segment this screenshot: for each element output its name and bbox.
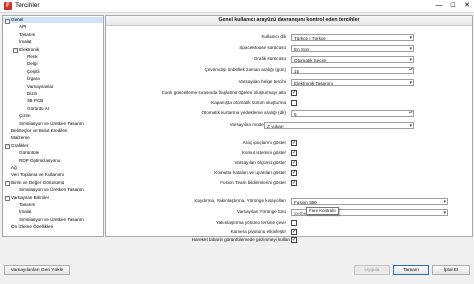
graphics-label: Grafik sürücüsü [253,56,286,61]
apply-button[interactable]: Uygula [354,265,390,275]
tree-item-label: Simülasyon ve Üretken Tasarım [19,216,84,222]
tree-item-label: Renk [27,54,38,59]
maximize-button[interactable]: ☐ [446,0,460,12]
tree-item-label: Genel [11,17,24,22]
cmd-dialog-checkbox[interactable]: ✓ [291,160,297,166]
tooltips-label: Araç ipuçlarını göster [242,140,286,145]
title-bar: F Tercihler — ☐ ✕ [0,0,474,13]
pan-zoom-dropdown[interactable]: Fusion 360 [291,198,448,205]
tree-item-label: Tasarım [19,202,36,207]
skip-build-label: Canlı güncelleme sırasında başlatma öğel… [161,90,286,95]
close-version-checkbox[interactable] [291,100,297,106]
tree-item-label: Birim ve Değer Görünümü [11,179,65,185]
tree-item-label: API [19,24,27,30]
tree-item-label: RDP Optimizasyonu [19,157,61,163]
tree-item-label: 3B PCB [27,98,44,104]
tree-item-label: Görüntüle [19,150,40,156]
cache-label: Çevrimdışı önbellek zaman aralığı (gün) [204,67,286,72]
cmd-errors-label: Komutta hataları ve uyarıları göster [214,170,286,175]
spacemouse-dropdown[interactable]: En Son [291,45,414,52]
skip-build-checkbox[interactable]: ✓ [291,90,297,96]
tree-item-label: Çizim [19,113,31,119]
tree-item-label: Delgi [27,61,38,67]
orbit-type-label: Varsayılan Yörünge türü [236,209,286,214]
doctype-label: Varsayılan belge tercihi [238,79,286,84]
preferences-window: F Tercihler — ☐ ✕ − Genel API Tasarım İmalat… [0,0,474,284]
mouse-control-tooltip: Fare Kontrolü [306,207,339,215]
tree-item-label: Simülasyon ve Üretken Tasarım [19,187,84,193]
tree-item-label: Malzeme [11,135,30,141]
camera-pivot-checkbox[interactable]: ✓ [291,229,297,235]
pan-zoom-label: Kaydırma, Yakınlaştırma, Yörünge kısayol… [194,198,286,203]
general-panel: Genel kullanıcı arayüzü davranışını kont… [105,15,473,237]
language-dropdown[interactable]: Türkçe | Türkçe [291,34,414,41]
language-label: Kullanıcı dili [261,34,286,39]
doctype-dropdown[interactable]: Elektronik Tasarımı [291,79,414,86]
autosave-stepper[interactable]: 5 [291,110,414,117]
team-notify-checkbox[interactable]: ✓ [291,180,297,186]
autosave-label: Otomatik kurtarma yedekleme aralığı (dk) [201,110,286,115]
tree-item-label: Simülasyon ve Üretken Tasarım [19,120,84,126]
camera-pivot-label: Kamera pivotunu etkinleştir [230,229,286,234]
tree-item-label: İzgara [27,76,40,82]
tree-expander-icon[interactable]: − [5,196,10,202]
tree-item-label: İmalat [19,209,32,215]
tree-item-label: Elektronik [19,46,40,52]
tree-item-label: Grafikler [11,142,29,148]
tree-item[interactable]: − Genel [3,17,103,24]
tree-expander-icon[interactable]: − [5,144,10,150]
tree-item-label: Varsayılanlar [27,83,54,89]
tree-item-label: Dizin [27,91,38,96]
gesture-zoom-checkbox[interactable]: ✓ [291,237,297,243]
reverse-zoom-label: Yakınlaştırma yönünü tersine çevir [215,220,286,225]
preferences-tree[interactable]: − Genel API Tasarım İmalat − Elektronik Renk Del… [2,15,104,237]
tree-expander-icon[interactable]: − [13,48,18,54]
cache-days-stepper[interactable]: 15 [291,67,414,74]
gesture-zoom-label: Hareket tabanlı görüntülemede gezinmeyi … [191,237,290,242]
tree-item-label: Çeşitli [27,68,40,74]
cmd-dialog-label: Varsayılan ölçümü göster [234,160,287,165]
tree-item-label: Veri Toplama ve Kullanımı [11,172,65,178]
tree-item-label: Varsayılan Birimler [11,194,50,200]
cancel-button[interactable]: İptal Et [432,265,470,275]
tree-item-label: Görüntü AI [27,105,49,111]
restore-defaults-button[interactable]: Varsayılanları Geri Yükle [4,265,70,275]
team-notify-label: Fusion Team bildirimlerini göster [220,180,286,185]
tree-expander-icon[interactable]: − [5,181,10,187]
tree-item-label: Ağ [11,165,17,170]
window-title: Tercihler [15,2,40,9]
panel-header: Genel kullanıcı arayüzü davranışını kont… [106,16,472,26]
modeling-dir-dropdown[interactable]: Z yukarı [264,122,414,129]
tree-item-label: İmalat [19,39,32,45]
minimize-button[interactable]: — [432,0,446,12]
cmd-prompts-checkbox[interactable]: ✓ [291,150,297,156]
close-button[interactable]: ✕ [460,0,474,12]
reverse-zoom-checkbox[interactable] [291,220,297,226]
tree-item-label: Tasarım [19,31,36,37]
tree-item-label: Belirteçler ve Bulut Kredileri [11,128,68,133]
tooltips-checkbox[interactable]: ✓ [291,140,297,146]
tree-item-label: Ön İzleme Özellikleri [11,224,54,230]
spacemouse-label: SpaceMouse sürücüsü [239,45,286,50]
graphics-dropdown[interactable]: Otomatik Seçim [291,56,414,63]
ok-button[interactable]: Tamam [393,265,429,275]
close-version-label: Kapanışta otomatik sürüm oluşturma [211,100,286,105]
cmd-prompts-label: Komut istemini göster [241,150,286,155]
cmd-errors-checkbox[interactable]: ✓ [291,170,297,176]
tree-expander-icon[interactable]: − [5,18,10,24]
app-icon: F [4,2,12,10]
